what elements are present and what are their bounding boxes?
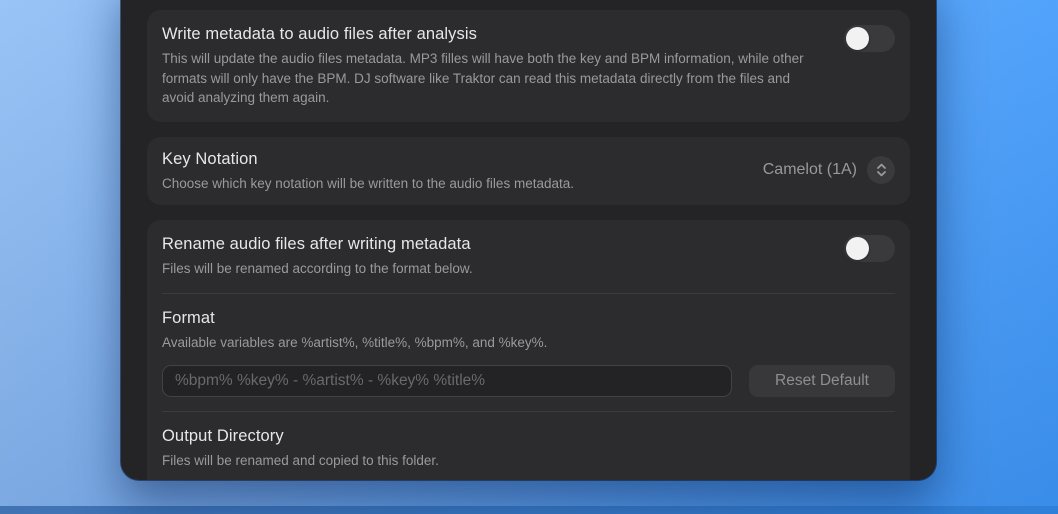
key-notation-row: Key Notation Choose which key notation w… — [147, 137, 910, 206]
write-metadata-texts: Write metadata to audio files after anal… — [162, 23, 824, 108]
settings-window: Write metadata to audio files after anal… — [121, 0, 936, 480]
section-write-metadata: Write metadata to audio files after anal… — [147, 10, 910, 122]
rename-texts: Rename audio files after writing metadat… — [162, 233, 824, 279]
write-metadata-title: Write metadata to audio files after anal… — [162, 23, 824, 45]
output-directory-block: Output Directory Files will be renamed a… — [147, 412, 910, 480]
chevron-up-down-icon — [876, 162, 887, 178]
section-key-notation: Key Notation Choose which key notation w… — [147, 137, 910, 206]
section-rename-format-output: Rename audio files after writing metadat… — [147, 220, 910, 480]
desktop-background: Write metadata to audio files after anal… — [0, 0, 1058, 514]
stepper-button[interactable] — [867, 156, 895, 184]
write-metadata-row: Write metadata to audio files after anal… — [147, 10, 910, 122]
format-input[interactable] — [162, 365, 732, 397]
toggle-knob — [846, 27, 869, 50]
format-block: Format Available variables are %artist%,… — [147, 294, 910, 412]
rename-toggle[interactable] — [844, 235, 895, 262]
rename-description: Files will be renamed according to the f… — [162, 259, 824, 279]
key-notation-selected-value: Camelot (1A) — [763, 161, 857, 179]
write-metadata-description: This will update the audio files metadat… — [162, 49, 824, 108]
key-notation-texts: Key Notation Choose which key notation w… — [162, 148, 743, 194]
key-notation-title: Key Notation — [162, 148, 743, 170]
format-input-row: Reset Default — [162, 365, 895, 397]
rename-title: Rename audio files after writing metadat… — [162, 233, 824, 255]
toggle-knob — [846, 237, 869, 260]
background-bottom-strip — [0, 506, 1058, 514]
rename-row: Rename audio files after writing metadat… — [147, 220, 910, 293]
key-notation-select[interactable]: Camelot (1A) — [763, 156, 895, 184]
output-directory-description: Files will be renamed and copied to this… — [162, 451, 838, 471]
write-metadata-toggle[interactable] — [844, 25, 895, 52]
output-directory-title: Output Directory — [162, 425, 895, 447]
format-description: Available variables are %artist%, %title… — [162, 333, 838, 353]
reset-default-button[interactable]: Reset Default — [749, 365, 895, 397]
key-notation-description: Choose which key notation will be writte… — [162, 174, 743, 194]
format-title: Format — [162, 307, 895, 329]
